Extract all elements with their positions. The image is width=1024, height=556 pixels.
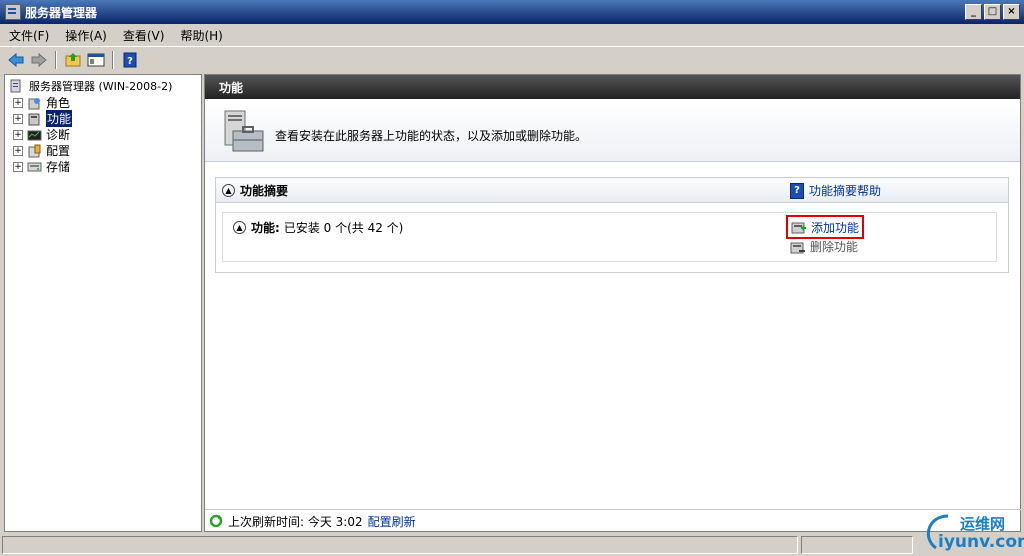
add-features-label: 添加功能 (811, 220, 860, 235)
show-hide-console-tree-button[interactable] (86, 50, 106, 70)
storage-icon (27, 162, 42, 171)
back-arrow-icon (8, 52, 24, 68)
toolbar: ? (0, 46, 1024, 73)
help-button[interactable]: ? (120, 50, 140, 70)
console-tree-icon (87, 53, 105, 67)
title-bar: 服务器管理器 _ □ × (0, 0, 1024, 24)
expand-icon[interactable]: + (13, 145, 23, 156)
tree-item-label: 角色 (46, 96, 71, 110)
tree-item-features[interactable]: + 功能 (13, 110, 73, 127)
features-label: 功能: (251, 221, 280, 235)
back-button[interactable] (6, 50, 26, 70)
features-detail-box: ▲ 功能: 已安装 0 个(共 42 个) 添加功能 删除功能 (222, 212, 997, 262)
watermark-line1: 运维网 (960, 515, 1006, 533)
collapse-icon[interactable]: ▲ (222, 183, 235, 197)
menu-action[interactable]: 操作(A) (58, 27, 114, 44)
status-panel-main (2, 536, 798, 554)
details-pane: 功能 查看安装在此服务器上功能的状态，以及添加或删除功能。 ▲ 功能摘要 ? 功… (204, 74, 1024, 532)
configuration-icon (28, 144, 41, 157)
summary-title: 功能摘要 (240, 183, 289, 198)
remove-features-label: 删除功能 (810, 240, 859, 254)
features-status: 已安装 0 个(共 42 个) (283, 221, 404, 235)
tree-root[interactable]: 服务器管理器 (WIN-2008-2) (10, 78, 172, 94)
tree-item-label: 配置 (46, 144, 71, 158)
tree-item-diagnostics[interactable]: + 诊断 (13, 126, 70, 143)
features-icon (28, 113, 40, 125)
watermark-logo: 运维网 iyunv.com (918, 508, 1024, 554)
collapse-icon[interactable]: ▲ (233, 221, 246, 234)
svg-text:?: ? (127, 56, 133, 67)
expand-icon[interactable]: + (13, 97, 23, 108)
maximize-button[interactable]: □ (984, 4, 1001, 20)
toolbar-separator (55, 51, 57, 69)
expand-icon[interactable]: + (13, 129, 23, 140)
close-button[interactable]: × (1003, 4, 1020, 20)
menu-file[interactable]: 文件(F) (2, 27, 56, 44)
tree-item-label: 功能 (46, 110, 73, 127)
tree-item-configuration[interactable]: + 配置 (13, 142, 70, 159)
features-summary-section: ▲ 功能摘要 ? 功能摘要帮助 ▲ 功能: 已安装 0 个(共 42 个) 添加… (215, 177, 1009, 273)
status-panel-secondary (801, 536, 913, 554)
refresh-icon (209, 514, 223, 528)
help-icon: ? (790, 182, 804, 199)
last-refresh-text: 上次刷新时间: 今天 3:02 (228, 514, 363, 529)
remove-features-icon (790, 242, 805, 253)
roles-icon (28, 97, 40, 109)
minimize-button[interactable]: _ (965, 4, 982, 20)
tree-item-label: 存储 (46, 160, 71, 174)
description-band: 查看安装在此服务器上功能的状态，以及添加或删除功能。 (205, 99, 1020, 162)
pane-header: 功能 (205, 75, 1020, 99)
add-features-link[interactable]: 添加功能 (786, 215, 865, 239)
forward-button[interactable] (29, 50, 49, 70)
features-server-icon (224, 110, 264, 152)
expand-icon[interactable]: + (13, 161, 23, 172)
window-title: 服务器管理器 (25, 5, 98, 20)
server-manager-icon (10, 79, 21, 93)
status-bar (0, 534, 1024, 556)
configure-refresh-link[interactable]: 配置刷新 (368, 513, 416, 530)
toolbar-separator (112, 51, 114, 69)
diagnostics-icon (27, 130, 42, 140)
add-features-icon (791, 222, 806, 234)
menu-view[interactable]: 查看(V) (116, 27, 172, 44)
folder-up-icon (65, 53, 81, 67)
menu-help[interactable]: 帮助(H) (173, 27, 229, 44)
summary-header: ▲ 功能摘要 ? 功能摘要帮助 (216, 178, 1008, 203)
watermark-line2: iyunv.com (938, 532, 1024, 552)
menu-bar: 文件(F) 操作(A) 查看(V) 帮助(H) (0, 24, 1024, 46)
expand-icon[interactable]: + (13, 113, 23, 124)
window-controls: _ □ × (965, 4, 1020, 20)
help-icon: ? (123, 52, 137, 68)
tree-item-roles[interactable]: + 角色 (13, 94, 70, 111)
tree-item-storage[interactable]: + 存储 (13, 158, 70, 175)
forward-arrow-icon (31, 52, 47, 68)
tree-root-label: 服务器管理器 (WIN-2008-2) (29, 80, 173, 93)
description-text: 查看安装在此服务器上功能的状态，以及添加或删除功能。 (275, 129, 588, 143)
summary-help-label: 功能摘要帮助 (809, 184, 882, 198)
tree-item-label: 诊断 (46, 128, 71, 142)
server-manager-icon (5, 4, 21, 20)
summary-help-link[interactable]: ? 功能摘要帮助 (790, 182, 881, 199)
refresh-status-line: 上次刷新时间: 今天 3:02 配置刷新 (205, 509, 1024, 532)
console-tree: 服务器管理器 (WIN-2008-2) + 角色 + 功能 + 诊断 + 配置 … (4, 74, 202, 532)
features-status-row: ▲ 功能: 已安装 0 个(共 42 个) (233, 219, 403, 236)
up-level-button[interactable] (63, 50, 83, 70)
remove-features-link[interactable]: 删除功能 (790, 238, 858, 255)
